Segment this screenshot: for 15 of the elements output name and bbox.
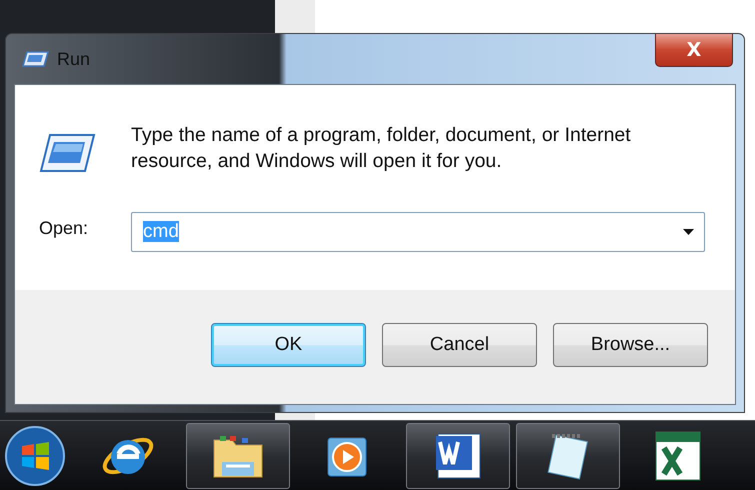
window-title: Run — [57, 48, 92, 70]
taskbar-button[interactable] — [406, 423, 510, 489]
start-orb-icon — [5, 426, 65, 486]
ok-button[interactable]: OK — [211, 323, 366, 367]
open-label: Open: — [39, 218, 90, 239]
dropdown-arrow-icon[interactable] — [683, 229, 694, 235]
command-text: cmd — [142, 221, 180, 243]
browse-button[interactable]: Browse... — [553, 323, 708, 367]
cancel-button[interactable]: Cancel — [382, 323, 537, 367]
instruction-text: Type the name of a program, folder, document, or Internet resource, and Windows will open it for you. — [131, 123, 632, 174]
taskbar-button[interactable] — [186, 423, 290, 489]
run-icon — [22, 51, 49, 67]
close-button[interactable]: X — [655, 34, 733, 67]
run-icon — [39, 133, 96, 173]
taskbar-button[interactable] — [516, 423, 620, 489]
